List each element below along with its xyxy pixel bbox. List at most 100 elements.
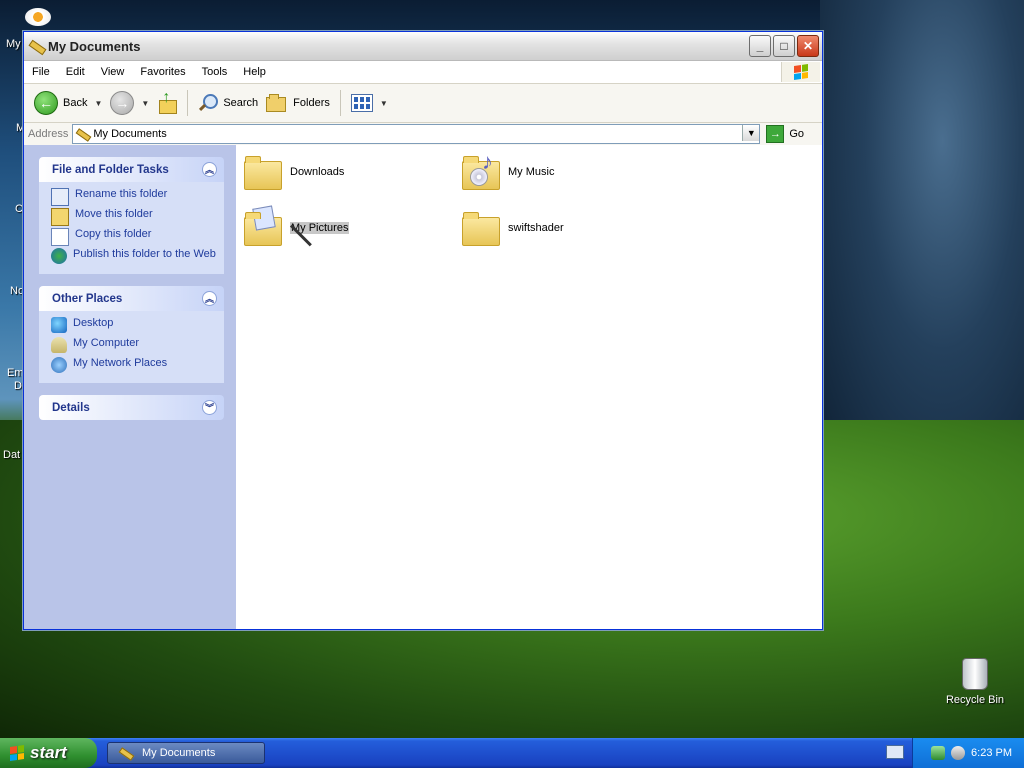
toolbar-separator-2 [339, 90, 341, 116]
task-move-label: Move this folder [75, 208, 153, 220]
file-folder-tasks-header[interactable]: File and Folder Tasks ︽ [39, 157, 224, 182]
go-button[interactable]: → Go [766, 125, 804, 143]
copy-icon [51, 228, 69, 246]
menu-file[interactable]: File [24, 66, 58, 78]
address-label: Address [28, 128, 69, 140]
collapse-chevron-icon[interactable]: ︽ [202, 291, 217, 306]
window-title: My Documents [48, 38, 141, 54]
forward-button[interactable]: → ▼ [106, 88, 153, 118]
other-places-header[interactable]: Other Places ︽ [39, 286, 224, 311]
desktop-icon-label-4[interactable]: No [10, 285, 24, 297]
folder-label: Downloads [290, 166, 345, 178]
views-icon [350, 94, 373, 112]
task-copy[interactable]: Copy this folder [51, 228, 224, 248]
rename-icon [51, 188, 69, 206]
window-content: File and Folder Tasks ︽ Rename this fold… [24, 145, 822, 629]
folder-downloads[interactable]: Downloads [244, 155, 345, 190]
desktop-icon-label-3[interactable]: C [15, 203, 23, 215]
windows-logo-icon [781, 62, 820, 82]
network-tray-icon[interactable] [931, 746, 946, 760]
folder-icon [462, 211, 500, 246]
file-folder-tasks-panel: File and Folder Tasks ︽ Rename this fold… [39, 157, 224, 274]
start-label: start [30, 743, 67, 762]
place-desktop[interactable]: Desktop [51, 317, 224, 337]
search-button[interactable]: Search [194, 88, 262, 118]
place-network-label: My Network Places [73, 357, 168, 369]
globe-icon [51, 248, 67, 264]
folder-label: My Music [508, 166, 555, 178]
windows-flag-icon [10, 745, 24, 761]
details-panel: Details ︾ [39, 395, 224, 420]
task-copy-label: Copy this folder [75, 228, 152, 240]
taskbar-my-documents[interactable]: My Documents [107, 742, 265, 764]
collapse-chevron-icon[interactable]: ︽ [202, 162, 217, 177]
menu-tools[interactable]: Tools [194, 66, 236, 78]
details-header[interactable]: Details ︾ [39, 395, 224, 420]
menu-favorites[interactable]: Favorites [132, 66, 193, 78]
place-network[interactable]: My Network Places [51, 357, 224, 377]
back-dropdown-icon[interactable]: ▼ [94, 99, 102, 108]
task-publish-label: Publish this folder to the Web [73, 248, 216, 260]
title-bar[interactable]: My Documents _ □ ✕ [24, 32, 822, 61]
address-dropdown-icon[interactable]: ▼ [742, 125, 760, 141]
go-arrow-icon: → [766, 125, 785, 143]
desktop-app-icon[interactable] [25, 8, 51, 26]
menu-help[interactable]: Help [235, 66, 274, 78]
keyboard-icon[interactable] [886, 745, 904, 759]
recycle-bin-icon [962, 658, 988, 690]
desktop-icon-label-7[interactable]: Dat [3, 449, 20, 461]
volume-tray-icon[interactable] [951, 746, 966, 760]
place-my-computer-label: My Computer [73, 337, 140, 349]
address-value: My Documents [93, 128, 167, 140]
desktop-sky [820, 0, 1024, 470]
place-desktop-label: Desktop [73, 317, 114, 329]
views-button[interactable]: ▼ [347, 88, 392, 118]
desktop-icon [51, 317, 67, 333]
close-button[interactable]: ✕ [797, 35, 819, 57]
task-rename[interactable]: Rename this folder [51, 188, 224, 208]
task-pane: File and Folder Tasks ︽ Rename this fold… [24, 145, 236, 629]
back-button[interactable]: ← Back ▼ [30, 88, 106, 118]
search-icon [198, 93, 219, 113]
desktop-icon-label-1[interactable]: My [6, 38, 21, 50]
my-documents-taskbar-icon [119, 746, 133, 760]
maximize-button[interactable]: □ [773, 35, 795, 57]
go-label: Go [789, 128, 804, 140]
minimize-button[interactable]: _ [749, 35, 771, 57]
my-documents-icon [28, 38, 44, 54]
folders-icon [266, 94, 288, 112]
recycle-bin[interactable]: Recycle Bin [940, 658, 1010, 706]
desktop-icon-label-6[interactable]: D [14, 380, 22, 392]
menu-view[interactable]: View [93, 66, 133, 78]
task-publish[interactable]: Publish this folder to the Web [51, 248, 224, 268]
forward-arrow-icon: → [110, 91, 135, 115]
folders-button[interactable]: Folders [262, 88, 334, 118]
taskbar: start My Documents [0, 738, 1024, 768]
details-title: Details [52, 401, 90, 414]
expand-chevron-icon[interactable]: ︾ [202, 400, 217, 415]
up-button[interactable] [153, 88, 181, 118]
folder-icon [244, 155, 282, 190]
desktop-icon-label-5[interactable]: Em [7, 367, 24, 379]
other-places-panel: Other Places ︽ Desktop My Computer My Ne… [39, 286, 224, 383]
task-rename-label: Rename this folder [75, 188, 168, 200]
menu-bar: File Edit View Favorites Tools Help [24, 61, 822, 84]
computer-icon [51, 337, 67, 353]
music-folder-icon: ♪ [462, 149, 500, 190]
back-label: Back [63, 97, 88, 109]
menu-edit[interactable]: Edit [58, 66, 93, 78]
folder-my-music[interactable]: ♪ My Music [462, 149, 555, 190]
place-my-computer[interactable]: My Computer [51, 337, 224, 357]
forward-dropdown-icon[interactable]: ▼ [141, 99, 149, 108]
address-field[interactable]: My Documents ▼ [72, 124, 761, 144]
task-move[interactable]: Move this folder [51, 208, 224, 228]
file-folder-tasks-title: File and Folder Tasks [52, 163, 169, 176]
folder-my-pictures[interactable]: My Pictures [244, 205, 350, 246]
views-dropdown-icon[interactable]: ▼ [380, 99, 388, 108]
start-button[interactable]: start [0, 738, 97, 768]
clock[interactable]: 6:23 PM [971, 747, 1012, 759]
toolbar-separator [187, 90, 189, 116]
folder-swiftshader[interactable]: swiftshader [462, 211, 564, 246]
other-places-title: Other Places [52, 292, 123, 305]
folders-label: Folders [293, 97, 330, 109]
